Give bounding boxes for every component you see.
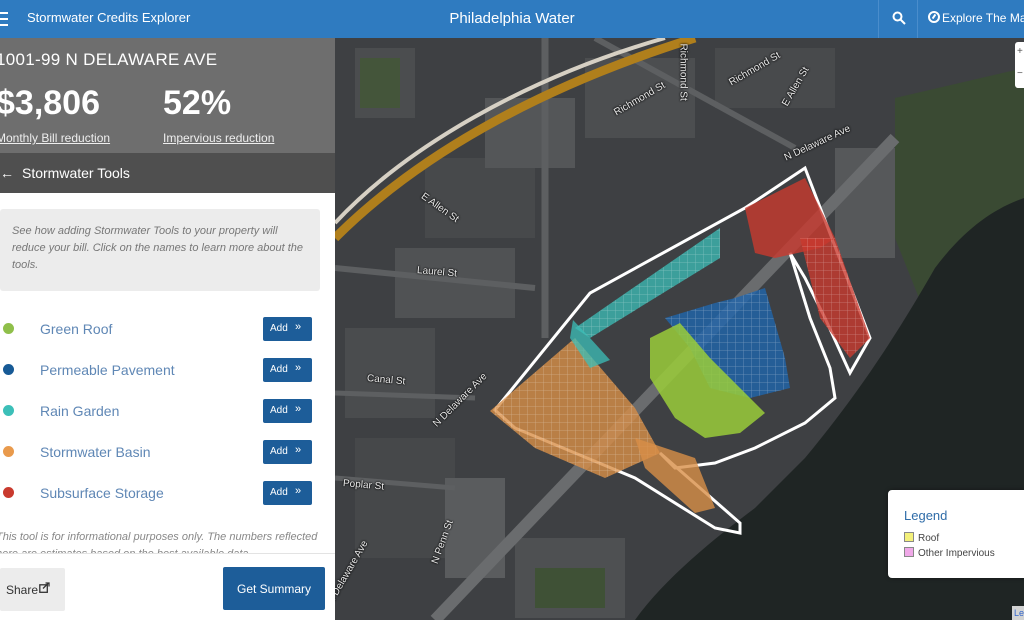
tool-name-subsurface-storage[interactable]: Subsurface Storage xyxy=(40,485,164,501)
double-chevron-icon: » xyxy=(295,403,302,415)
sidebar-footer: Share Get Summary xyxy=(0,553,335,620)
add-subsurface-storage-button[interactable]: Add» xyxy=(263,481,312,505)
brand-title[interactable]: Philadelphia Water xyxy=(449,10,574,27)
zoom-in-button[interactable]: + xyxy=(1017,46,1023,57)
app-title: Stormwater Credits Explorer xyxy=(27,10,191,25)
subsurface-storage-dot-icon xyxy=(3,487,14,498)
tool-row-green-roof: Green Roof Add» xyxy=(0,314,335,344)
search-icon xyxy=(892,11,906,25)
impervious-reduction-value: 52% xyxy=(163,84,232,122)
tools-info-box: See how adding Stormwater Tools to your … xyxy=(0,209,320,291)
search-button[interactable] xyxy=(878,0,918,38)
property-summary: 1001-99 N DELAWARE AVE $3,806 Monthly Bi… xyxy=(0,38,335,153)
double-chevron-icon: » xyxy=(295,362,302,374)
bill-reduction-link[interactable]: Monthly Bill reduction xyxy=(0,131,110,145)
get-summary-button[interactable]: Get Summary xyxy=(223,567,325,610)
share-button[interactable]: Share xyxy=(0,568,65,611)
tool-row-subsurface-storage: Subsurface Storage Add» xyxy=(0,478,335,508)
sidebar: 1001-99 N DELAWARE AVE $3,806 Monthly Bi… xyxy=(0,38,335,620)
add-stormwater-basin-button[interactable]: Add» xyxy=(263,440,312,464)
other-impervious-swatch-icon xyxy=(904,547,914,557)
add-green-roof-button[interactable]: Add» xyxy=(263,317,312,341)
street-label-richmond-1: Richmond St xyxy=(677,43,689,101)
map-legend: Legend Roof Other Impervious xyxy=(888,490,1024,578)
roof-swatch-icon xyxy=(904,532,914,542)
tool-name-green-roof[interactable]: Green Roof xyxy=(40,321,112,337)
compass-icon xyxy=(928,11,940,23)
map-attribution-link[interactable]: Le xyxy=(1012,606,1024,620)
tool-row-rain-garden: Rain Garden Add» xyxy=(0,396,335,426)
tool-name-stormwater-basin[interactable]: Stormwater Basin xyxy=(40,444,150,460)
property-address: 1001-99 N DELAWARE AVE xyxy=(0,50,218,69)
disclaimer-text: This tool is for informational purposes … xyxy=(0,531,318,553)
stormwater-basin-dot-icon xyxy=(3,446,14,457)
impervious-reduction-link[interactable]: Impervious reduction xyxy=(163,131,274,145)
tool-name-rain-garden[interactable]: Rain Garden xyxy=(40,403,119,419)
permeable-pavement-dot-icon xyxy=(3,364,14,375)
aerial-map[interactable]: Richmond St Richmond St Richmond St E Al… xyxy=(335,38,1024,620)
legend-item-other-impervious: Other Impervious xyxy=(904,547,995,559)
tools-header: ← Stormwater Tools xyxy=(0,153,335,193)
green-roof-dot-icon xyxy=(3,323,14,334)
bill-reduction-value: $3,806 xyxy=(0,84,100,122)
tools-info-text: See how adding Stormwater Tools to your … xyxy=(12,225,304,271)
explore-label: Explore The Ma xyxy=(942,11,1024,25)
hamburger-menu-icon[interactable] xyxy=(0,9,14,29)
tool-name-permeable-pavement[interactable]: Permeable Pavement xyxy=(40,362,175,378)
add-rain-garden-button[interactable]: Add» xyxy=(263,399,312,423)
top-bar: Stormwater Credits Explorer Philadelphia… xyxy=(0,0,1024,38)
legend-title: Legend xyxy=(904,508,948,523)
zoom-out-button[interactable]: − xyxy=(1017,68,1023,79)
double-chevron-icon: » xyxy=(295,444,302,456)
back-arrow-icon[interactable]: ← xyxy=(0,165,14,181)
add-permeable-pavement-button[interactable]: Add» xyxy=(263,358,312,382)
share-icon xyxy=(39,582,50,593)
legend-item-roof: Roof xyxy=(904,532,939,544)
tool-row-stormwater-basin: Stormwater Basin Add» xyxy=(0,437,335,467)
double-chevron-icon: » xyxy=(295,485,302,497)
tools-title: Stormwater Tools xyxy=(22,165,130,181)
double-chevron-icon: » xyxy=(295,321,302,333)
zoom-control: + − xyxy=(1015,42,1024,88)
rain-garden-dot-icon xyxy=(3,405,14,416)
tool-row-permeable-pavement: Permeable Pavement Add» xyxy=(0,355,335,385)
explore-map-link[interactable]: Explore The Ma xyxy=(928,11,1024,25)
